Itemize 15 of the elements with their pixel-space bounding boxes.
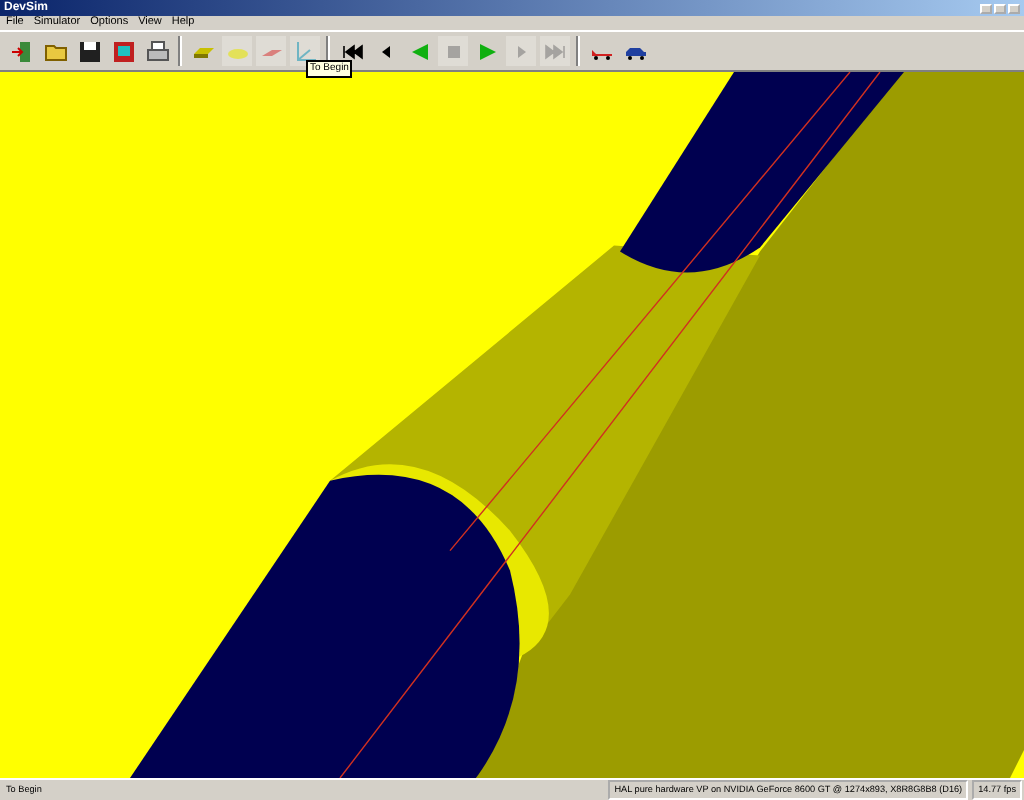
skip-to-end-icon <box>543 39 567 63</box>
skip-to-start-icon <box>339 39 363 63</box>
play-icon <box>475 39 499 63</box>
open-folder-icon <box>43 39 67 63</box>
toolbar-button[interactable] <box>142 36 172 66</box>
maximize-button[interactable] <box>994 3 1006 13</box>
close-button[interactable] <box>1008 3 1020 13</box>
axes-icon <box>293 39 317 63</box>
save-icon <box>77 39 101 63</box>
minimize-button[interactable] <box>980 3 992 13</box>
print-icon <box>145 39 169 63</box>
play-reverse-icon <box>407 39 431 63</box>
exit-door-icon <box>9 39 33 63</box>
monitor-icon <box>111 39 135 63</box>
toolbar-button[interactable] <box>74 36 104 66</box>
